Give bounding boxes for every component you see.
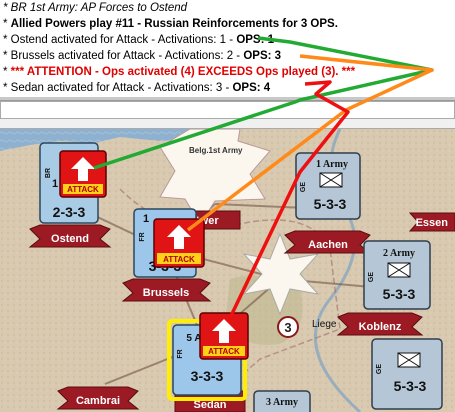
svg-text:1: 1 xyxy=(52,178,58,190)
german-unit-aachen[interactable]: 1 Army GE 5-3-3 xyxy=(295,152,361,220)
log-line-3: * Ostend activated for Attack - Activati… xyxy=(3,34,275,46)
svg-text:Brussels: Brussels xyxy=(143,287,189,299)
log-line-1: * BR 1st Army: AP Forces to Ostend xyxy=(3,2,188,14)
svg-text:Cambrai: Cambrai xyxy=(76,395,120,407)
svg-text:ATTACK: ATTACK xyxy=(163,255,195,264)
svg-text:2 Army: 2 Army xyxy=(383,248,415,259)
log-line-6: * Sedan activated for Attack - Activatio… xyxy=(3,82,271,94)
svg-text:5-3-3: 5-3-3 xyxy=(383,286,416,302)
svg-text:GE: GE xyxy=(368,272,375,282)
log-line-4: * Brussels activated for Attack - Activa… xyxy=(3,50,282,62)
svg-text:1: 1 xyxy=(143,213,149,225)
svg-text:1 Army: 1 Army xyxy=(316,159,348,170)
space-koblenz[interactable]: Koblenz xyxy=(336,312,424,336)
svg-text:FR: FR xyxy=(139,232,146,241)
svg-text:3 Army: 3 Army xyxy=(266,397,298,408)
svg-text:Ostend: Ostend xyxy=(51,233,89,245)
space-ostend[interactable]: Ostend xyxy=(28,224,112,248)
belgian-army-label: Belg.1st Army xyxy=(189,146,243,155)
svg-text:5-3-3: 5-3-3 xyxy=(394,378,427,394)
game-map[interactable]: Belg.1st Army 3 Liege Ostend Antwer Aach… xyxy=(0,129,455,412)
liege-label: Liege xyxy=(312,319,337,330)
log-line-5-warning: * *** ATTENTION - Ops activated (4) EXCE… xyxy=(3,66,356,78)
german-unit-koblenz[interactable]: 2 Army GE 5-3-3 xyxy=(363,240,431,310)
svg-text:FR: FR xyxy=(177,349,184,358)
log-line-2: * Allied Powers play #11 - Russian Reinf… xyxy=(3,18,338,30)
event-log: * BR 1st Army: AP Forces to Ostend * All… xyxy=(0,0,455,98)
liege-fort-value: 3 xyxy=(284,320,291,335)
attack-marker-brussels[interactable]: ATTACK xyxy=(153,218,205,268)
chat-input[interactable] xyxy=(0,101,455,119)
attack-marker-ostend[interactable]: ATTACK xyxy=(59,150,107,198)
svg-text:Aachen: Aachen xyxy=(308,239,348,251)
svg-text:GE: GE xyxy=(300,182,307,192)
svg-text:2-3-3: 2-3-3 xyxy=(53,204,86,220)
space-cambrai[interactable]: Cambrai xyxy=(56,386,140,410)
svg-text:Koblenz: Koblenz xyxy=(359,321,402,333)
svg-text:5-3-3: 5-3-3 xyxy=(314,196,347,212)
svg-text:ATTACK: ATTACK xyxy=(67,185,99,194)
space-aachen[interactable]: Aachen xyxy=(283,230,372,254)
svg-text:BR: BR xyxy=(45,168,52,178)
svg-text:3-3-3: 3-3-3 xyxy=(191,368,224,384)
german-unit-bottom-right[interactable]: GE 5-3-3 xyxy=(371,338,443,410)
attack-marker-sedan[interactable]: ATTACK xyxy=(199,312,249,360)
svg-text:Essen: Essen xyxy=(416,217,449,229)
german-unit-bottom-mid[interactable]: 3 Army xyxy=(253,390,311,412)
svg-text:GE: GE xyxy=(376,364,383,374)
space-brussels[interactable]: Brussels xyxy=(121,278,212,302)
map-toolbar-gap xyxy=(0,119,455,129)
svg-text:ATTACK: ATTACK xyxy=(208,347,240,356)
space-essen[interactable]: Essen xyxy=(408,212,455,232)
